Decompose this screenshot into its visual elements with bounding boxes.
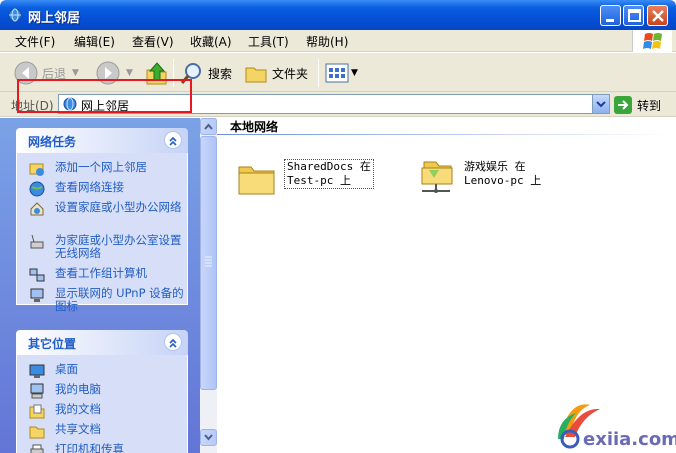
other-places-title: 其它位置 xyxy=(28,337,77,351)
printer-icon xyxy=(30,444,44,453)
network-share-folder-icon xyxy=(421,161,453,193)
network-tasks-title: 网络任务 xyxy=(28,135,77,149)
home-network-setup-icon xyxy=(30,202,44,216)
menu-favorites[interactable]: 收藏(A) xyxy=(190,33,232,50)
search-label: 搜索 xyxy=(208,66,233,81)
watermark-text: exiia.com xyxy=(583,429,676,450)
task-pane-scrollbar[interactable] xyxy=(200,118,217,453)
place-my-computer[interactable]: 我的电脑 xyxy=(17,381,187,401)
task-view-workgroup[interactable]: 查看工作组计算机 xyxy=(17,265,187,285)
task-home-network-setup[interactable]: 设置家庭或小型办公网络 xyxy=(17,199,187,232)
back-dropdown-icon[interactable]: ▼ xyxy=(72,68,79,78)
task-label: 为家庭或小型办公室设置无线网络 xyxy=(55,233,182,260)
menu-file[interactable]: 文件(F) xyxy=(15,33,55,50)
my-documents-icon xyxy=(29,404,45,419)
task-add-network-place[interactable]: 添加一个网上邻居 xyxy=(17,159,187,179)
share-name: SharedDocs 在 Test-pc 上 xyxy=(284,159,374,189)
network-tasks-header[interactable]: 网络任务 xyxy=(16,128,188,153)
network-tasks-panel: 网络任务 添加一个网上邻居 查看网络连接 设置家庭或小型办公网络 为家庭或小型办… xyxy=(16,128,188,313)
place-shared-documents[interactable]: 共享文档 xyxy=(17,421,187,441)
toolbar-separator xyxy=(318,59,319,87)
title-bar: 网上邻居 xyxy=(0,0,676,30)
forward-dropdown-icon[interactable]: ▼ xyxy=(126,68,133,78)
place-label: 桌面 xyxy=(55,362,78,376)
views-button[interactable]: ▼ xyxy=(325,58,358,88)
close-icon xyxy=(652,10,664,22)
place-label: 我的文档 xyxy=(55,402,101,416)
chevron-up-icon xyxy=(169,136,177,146)
go-arrow-icon xyxy=(614,96,632,114)
task-show-upnp[interactable]: 显示联网的 UPnP 设备的图标 xyxy=(17,285,187,318)
views-dropdown-icon: ▼ xyxy=(351,68,358,78)
my-computer-icon xyxy=(30,383,44,399)
folders-icon xyxy=(245,67,267,83)
chevron-up-icon xyxy=(169,338,177,348)
task-wireless-setup[interactable]: 为家庭或小型办公室设置无线网络 xyxy=(17,232,187,265)
place-printers[interactable]: 打印机和传真 xyxy=(17,441,187,453)
chevron-down-icon xyxy=(596,101,606,108)
network-places-icon xyxy=(8,8,22,22)
minimize-icon xyxy=(606,19,614,22)
task-label: 查看网络连接 xyxy=(55,180,124,194)
group-title: 本地网络 xyxy=(230,120,279,134)
place-label: 我的电脑 xyxy=(55,382,101,396)
shared-folder-icon xyxy=(238,166,275,195)
address-dropdown-button[interactable] xyxy=(592,95,609,113)
network-connections-icon xyxy=(29,181,45,197)
minimize-button[interactable] xyxy=(600,5,621,26)
close-button[interactable] xyxy=(647,5,668,26)
desktop-icon xyxy=(29,364,45,378)
grip-icon xyxy=(205,256,212,267)
scroll-thumb[interactable] xyxy=(200,136,217,390)
task-label: 添加一个网上邻居 xyxy=(55,160,147,174)
collapse-button[interactable] xyxy=(164,131,182,149)
menu-edit[interactable]: 编辑(E) xyxy=(74,33,115,50)
go-button[interactable]: 转到 xyxy=(614,95,661,115)
collapse-button[interactable] xyxy=(164,333,182,351)
other-places-body: 桌面 我的电脑 我的文档 共享文档 打印机和传真 xyxy=(16,355,188,453)
task-label: 设置家庭或小型办公网络 xyxy=(55,200,182,214)
wireless-setup-icon xyxy=(30,234,44,249)
folders-button[interactable]: 文件夹 xyxy=(244,58,308,88)
menu-view[interactable]: 查看(V) xyxy=(132,33,174,50)
maximize-icon xyxy=(628,9,641,22)
window-title: 网上邻居 xyxy=(28,11,81,26)
other-places-header[interactable]: 其它位置 xyxy=(16,330,188,355)
windows-logo xyxy=(632,30,672,52)
upnp-devices-icon xyxy=(30,288,44,302)
go-label: 转到 xyxy=(637,98,662,113)
menu-bar: 文件(F) 编辑(E) 查看(V) 收藏(A) 工具(T) 帮助(H) xyxy=(0,30,676,52)
network-tasks-body: 添加一个网上邻居 查看网络连接 设置家庭或小型办公网络 为家庭或小型办公室设置无… xyxy=(16,153,188,313)
scroll-up-button[interactable] xyxy=(200,118,217,135)
task-view-network-connections[interactable]: 查看网络连接 xyxy=(17,179,187,199)
menu-tools[interactable]: 工具(T) xyxy=(248,33,289,50)
highlight-annotation xyxy=(17,79,192,113)
shared-documents-icon xyxy=(29,426,45,439)
folders-label: 文件夹 xyxy=(272,66,309,81)
group-divider xyxy=(217,134,669,135)
scroll-down-button[interactable] xyxy=(200,429,217,446)
task-label: 显示联网的 UPnP 设备的图标 xyxy=(55,286,184,313)
place-desktop[interactable]: 桌面 xyxy=(17,361,187,381)
chevron-down-icon xyxy=(204,434,213,441)
chevron-up-icon xyxy=(204,123,213,130)
place-label: 共享文档 xyxy=(55,422,101,436)
other-places-panel: 其它位置 桌面 我的电脑 我的文档 共享文档 打印机和传真 xyxy=(16,330,188,453)
menu-help[interactable]: 帮助(H) xyxy=(306,33,348,50)
views-icon xyxy=(325,63,349,83)
task-pane: 网络任务 添加一个网上邻居 查看网络连接 设置家庭或小型办公网络 为家庭或小型办… xyxy=(0,118,217,453)
workgroup-computers-icon xyxy=(29,268,45,282)
task-label: 查看工作组计算机 xyxy=(55,266,147,280)
windows-flag-icon xyxy=(643,33,662,49)
place-my-documents[interactable]: 我的文档 xyxy=(17,401,187,421)
add-network-place-icon xyxy=(29,163,44,176)
share-name: 游戏娱乐 在 Lenovo-pc 上 xyxy=(464,160,542,187)
maximize-button[interactable] xyxy=(623,5,644,26)
place-label: 打印机和传真 xyxy=(55,442,124,453)
